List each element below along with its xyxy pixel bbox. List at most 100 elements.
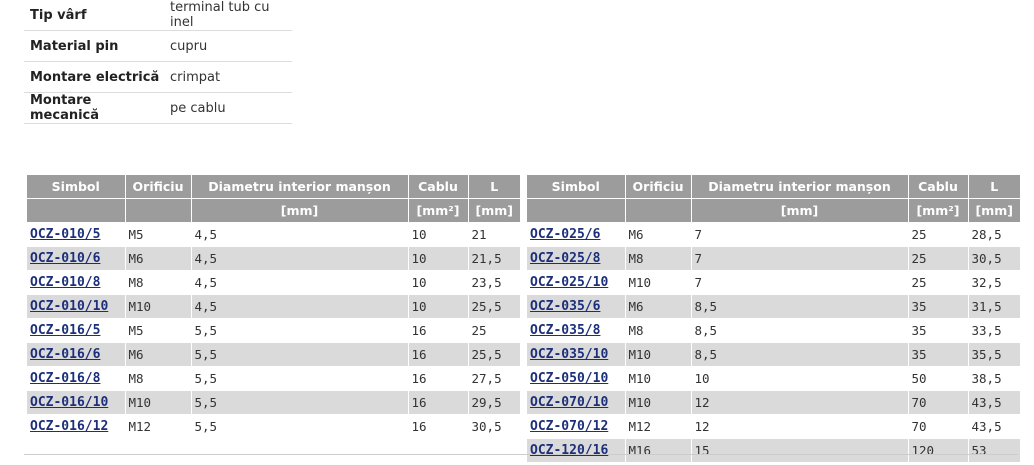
table-row: OCZ-016/10 M10 5,5 16 29,5 — [27, 390, 520, 415]
orificiu-cell: M6 — [625, 294, 692, 319]
col-header-simbol: Simbol — [27, 175, 126, 199]
product-link[interactable]: OCZ-010/6 — [30, 251, 100, 266]
diametru-cell: 8,5 — [691, 294, 909, 319]
product-link[interactable]: OCZ-010/5 — [30, 227, 100, 242]
col-header-diametru: Diametru interior manșon — [691, 175, 909, 199]
l-cell: 38,5 — [968, 366, 1020, 391]
spec-label: Tip vârf — [24, 0, 166, 31]
l-cell: 28,5 — [968, 222, 1020, 247]
simbol-cell: OCZ-120/16 — [527, 438, 626, 463]
cablu-cell: 16 — [408, 414, 469, 439]
l-cell: 25,5 — [468, 294, 520, 319]
product-link[interactable]: OCZ-016/12 — [30, 419, 108, 434]
diametru-cell: 7 — [691, 270, 909, 295]
table-row: OCZ-070/12 M12 12 70 43,5 — [527, 414, 1020, 439]
cablu-cell: 16 — [408, 366, 469, 391]
simbol-cell: OCZ-025/8 — [527, 246, 626, 271]
orificiu-cell: M10 — [625, 366, 692, 391]
diametru-cell: 5,5 — [191, 390, 409, 415]
diametru-cell: 7 — [691, 246, 909, 271]
table-row: OCZ-120/16 M16 15 120 53 — [527, 438, 1020, 463]
product-link[interactable]: OCZ-016/5 — [30, 323, 100, 338]
spec-row: Tip vârf terminal tub cu inel — [24, 0, 292, 31]
spec-value: terminal tub cu inel — [166, 0, 292, 31]
cablu-cell: 10 — [408, 270, 469, 295]
diametru-cell: 7 — [691, 222, 909, 247]
units-empty — [625, 198, 692, 223]
diametru-cell: 8,5 — [691, 342, 909, 367]
product-link[interactable]: OCZ-035/6 — [530, 299, 600, 314]
simbol-cell: OCZ-016/5 — [27, 318, 126, 343]
products-table-right-body: Simbol Orificiu Diametru interior manșon Ca… — [527, 175, 1020, 463]
table-row: OCZ-010/6 M6 4,5 10 21,5 — [27, 246, 520, 271]
product-link[interactable]: OCZ-070/12 — [530, 419, 608, 434]
spec-label: Material pin — [24, 30, 166, 62]
units-empty — [527, 198, 626, 223]
l-cell: 30,5 — [468, 414, 520, 439]
table-row: OCZ-010/10 M10 4,5 10 25,5 — [27, 294, 520, 319]
units-empty — [125, 198, 192, 223]
cablu-cell: 35 — [908, 318, 969, 343]
table-row: OCZ-010/8 M8 4,5 10 23,5 — [27, 270, 520, 295]
orificiu-cell: M8 — [125, 366, 192, 391]
simbol-cell: OCZ-016/10 — [27, 390, 126, 415]
product-link[interactable]: OCZ-010/8 — [30, 275, 100, 290]
unit-diametru: [mm] — [691, 198, 909, 223]
product-link[interactable]: OCZ-025/8 — [530, 251, 600, 266]
header-row: Simbol Orificiu Diametru interior manșon Ca… — [527, 175, 1020, 199]
product-link[interactable]: OCZ-035/8 — [530, 323, 600, 338]
product-link[interactable]: OCZ-120/16 — [530, 443, 608, 458]
products-table-left-body: Simbol Orificiu Diametru interior manșon Ca… — [27, 175, 520, 439]
product-link[interactable]: OCZ-025/6 — [530, 227, 600, 242]
cablu-cell: 25 — [908, 222, 969, 247]
l-cell: 23,5 — [468, 270, 520, 295]
orificiu-cell: M10 — [125, 390, 192, 415]
diametru-cell: 5,5 — [191, 318, 409, 343]
simbol-cell: OCZ-010/5 — [27, 222, 126, 247]
unit-cablu: [mm²] — [908, 198, 969, 223]
product-link[interactable]: OCZ-050/10 — [530, 371, 608, 386]
orificiu-cell: M8 — [125, 270, 192, 295]
product-link[interactable]: OCZ-016/8 — [30, 371, 100, 386]
orificiu-cell: M10 — [125, 294, 192, 319]
diametru-cell: 12 — [691, 390, 909, 415]
cablu-cell: 35 — [908, 342, 969, 367]
diametru-cell: 5,5 — [191, 366, 409, 391]
table-row: OCZ-035/8 M8 8,5 35 33,5 — [527, 318, 1020, 343]
spec-label: Montare electrică — [24, 61, 166, 93]
col-header-simbol: Simbol — [527, 175, 626, 199]
specs-table: Tip vârf terminal tub cu inel Material p… — [24, 0, 292, 124]
col-header-l: L — [468, 175, 520, 199]
product-link[interactable]: OCZ-035/10 — [530, 347, 608, 362]
product-link[interactable]: OCZ-016/6 — [30, 347, 100, 362]
product-link[interactable]: OCZ-070/10 — [530, 395, 608, 410]
product-link[interactable]: OCZ-025/10 — [530, 275, 608, 290]
l-cell: 43,5 — [968, 390, 1020, 415]
l-cell: 32,5 — [968, 270, 1020, 295]
cablu-cell: 16 — [408, 318, 469, 343]
table-row: OCZ-016/8 M8 5,5 16 27,5 — [27, 366, 520, 391]
orificiu-cell: M10 — [625, 270, 692, 295]
col-header-cablu: Cablu — [908, 175, 969, 199]
table-row: OCZ-025/10 M10 7 25 32,5 — [527, 270, 1020, 295]
l-cell: 21,5 — [468, 246, 520, 271]
cablu-cell: 35 — [908, 294, 969, 319]
col-header-l: L — [968, 175, 1020, 199]
diametru-cell: 4,5 — [191, 294, 409, 319]
unit-diametru: [mm] — [191, 198, 409, 223]
l-cell: 31,5 — [968, 294, 1020, 319]
table-row: OCZ-016/5 M5 5,5 16 25 — [27, 318, 520, 343]
product-link[interactable]: OCZ-010/10 — [30, 299, 108, 314]
simbol-cell: OCZ-025/6 — [527, 222, 626, 247]
spec-value: cupru — [166, 30, 292, 62]
product-link[interactable]: OCZ-016/10 — [30, 395, 108, 410]
units-row: [mm] [mm²] [mm] — [527, 198, 1020, 223]
simbol-cell: OCZ-016/12 — [27, 414, 126, 439]
col-header-orificiu: Orificiu — [125, 175, 192, 199]
products-table-right: Simbol Orificiu Diametru interior manșon Ca… — [527, 175, 1020, 463]
l-cell: 27,5 — [468, 366, 520, 391]
spec-row: Material pin cupru — [24, 30, 292, 62]
simbol-cell: OCZ-010/10 — [27, 294, 126, 319]
unit-cablu: [mm²] — [408, 198, 469, 223]
spec-value: pe cablu — [166, 92, 292, 124]
